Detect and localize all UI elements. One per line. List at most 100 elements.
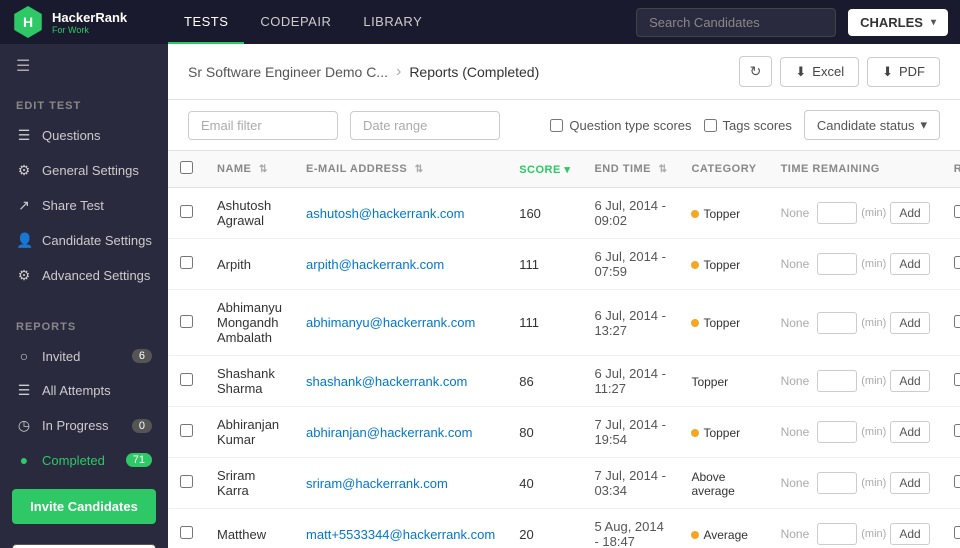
candidate-score: 86 bbox=[507, 356, 582, 407]
add-time-button[interactable]: Add bbox=[890, 421, 929, 443]
nav-link-codepair[interactable]: CODEPAIR bbox=[244, 0, 347, 44]
add-time-button[interactable]: Add bbox=[890, 370, 929, 392]
table-container: NAME ⇅ E-MAIL ADDRESS ⇅ SCORE ▾ END TIME… bbox=[168, 151, 960, 548]
sidebar-item-general-settings[interactable]: ⚙ General Settings bbox=[0, 153, 168, 188]
edit-section-label: EDIT TEST bbox=[0, 88, 168, 118]
tags-filter[interactable]: Tags scores bbox=[704, 118, 792, 133]
nav-link-library[interactable]: LIBRARY bbox=[347, 0, 438, 44]
add-time-button[interactable]: Add bbox=[890, 472, 929, 494]
add-time-button[interactable]: Add bbox=[890, 523, 929, 545]
question-type-checkbox[interactable] bbox=[550, 119, 563, 132]
candidate-email[interactable]: abhimanyu@hackerrank.com bbox=[306, 315, 475, 330]
repo-checkbox-1[interactable] bbox=[954, 256, 960, 269]
sidebar-item-completed[interactable]: ● Completed 71 bbox=[0, 443, 168, 477]
candidate-time-remaining: None (min) Add bbox=[769, 356, 942, 407]
download-pdf-icon: ⬇ bbox=[882, 64, 893, 80]
row-checkbox-2[interactable] bbox=[180, 315, 193, 328]
repo-checkbox-0[interactable] bbox=[954, 205, 960, 218]
row-checkbox-1[interactable] bbox=[180, 256, 193, 269]
time-none-label: None bbox=[781, 257, 810, 271]
add-time-button[interactable]: Add bbox=[890, 253, 929, 275]
time-remaining-column-header: TIME REMAINING bbox=[769, 151, 942, 188]
repo-checkbox-4[interactable] bbox=[954, 424, 960, 437]
sidebar-item-invited[interactable]: ○ Invited 6 bbox=[0, 339, 168, 373]
sidebar-item-share-test[interactable]: ↗ Share Test bbox=[0, 188, 168, 223]
sidebar-item-all-attempts[interactable]: ☰ All Attempts bbox=[0, 373, 168, 408]
candidate-end-time: 6 Jul, 2014 - 11:27 bbox=[582, 356, 679, 407]
select-all-header bbox=[168, 151, 205, 188]
name-sort-icon: ⇅ bbox=[259, 164, 268, 175]
candidate-category: Average bbox=[679, 509, 768, 548]
excel-button[interactable]: ⬇ Excel bbox=[780, 57, 859, 87]
repo-checkbox-5[interactable] bbox=[954, 475, 960, 488]
time-input-0[interactable] bbox=[817, 202, 857, 224]
invite-candidates-button[interactable]: Invite Candidates bbox=[12, 489, 156, 524]
candidate-email[interactable]: sriram@hackerrank.com bbox=[306, 476, 448, 491]
time-input-4[interactable] bbox=[817, 421, 857, 443]
sidebar-item-questions[interactable]: ☰ Questions bbox=[0, 118, 168, 153]
sidebar-item-in-progress[interactable]: ◷ In Progress 0 bbox=[0, 408, 168, 443]
search-input[interactable] bbox=[636, 8, 836, 37]
sidebar-item-candidate-settings[interactable]: 👤 Candidate Settings bbox=[0, 223, 168, 258]
pdf-button[interactable]: ⬇ PDF bbox=[867, 57, 940, 87]
sidebar-item-advanced-settings[interactable]: ⚙ Advanced Settings bbox=[0, 258, 168, 293]
top-navigation: H HackerRank For Work TESTSCODEPAIRLIBRA… bbox=[0, 0, 960, 44]
category-warning-icon bbox=[691, 319, 699, 327]
time-input-3[interactable] bbox=[817, 370, 857, 392]
row-checkbox-5[interactable] bbox=[180, 475, 193, 488]
breadcrumb-separator: › bbox=[396, 63, 401, 81]
user-menu[interactable]: CHARLES ▾ bbox=[848, 9, 948, 36]
filter-bar: Question type scores Tags scores Candida… bbox=[168, 100, 960, 151]
add-time-button[interactable]: Add bbox=[890, 312, 929, 334]
repo-checkbox-3[interactable] bbox=[954, 373, 960, 386]
sidebar: ☰ EDIT TEST ☰ Questions ⚙ General Settin… bbox=[0, 44, 168, 548]
user-name: CHARLES bbox=[860, 15, 923, 30]
candidate-email[interactable]: matt+5533344@hackerrank.com bbox=[306, 527, 495, 542]
add-time-button[interactable]: Add bbox=[890, 202, 929, 224]
candidate-email[interactable]: shashank@hackerrank.com bbox=[306, 374, 467, 389]
email-filter-input[interactable] bbox=[188, 111, 338, 140]
candidate-email[interactable]: ashutosh@hackerrank.com bbox=[306, 206, 464, 221]
sidebar-item-label: Candidate Settings bbox=[42, 233, 152, 248]
repo-checkbox-6[interactable] bbox=[954, 526, 960, 539]
candidate-status-dropdown[interactable]: Candidate status ▾ bbox=[804, 110, 940, 140]
sidebar-item-label: Questions bbox=[42, 128, 101, 143]
min-label: (min) bbox=[861, 258, 886, 270]
download-excel-icon: ⬇ bbox=[795, 64, 806, 80]
date-range-input[interactable] bbox=[350, 111, 500, 140]
time-input-1[interactable] bbox=[817, 253, 857, 275]
hamburger-icon[interactable]: ☰ bbox=[0, 44, 168, 88]
row-checkbox-4[interactable] bbox=[180, 424, 193, 437]
end-time-column-header[interactable]: END TIME ⇅ bbox=[582, 151, 679, 188]
refresh-button[interactable]: ↻ bbox=[739, 56, 773, 87]
time-input-5[interactable] bbox=[817, 472, 857, 494]
candidate-email[interactable]: arpith@hackerrank.com bbox=[306, 257, 444, 272]
try-test-button[interactable]: Try Test bbox=[12, 544, 156, 548]
in-progress-badge: 0 bbox=[132, 419, 152, 433]
breadcrumb-bar: Sr Software Engineer Demo C... › Reports… bbox=[168, 44, 960, 100]
tags-checkbox[interactable] bbox=[704, 119, 717, 132]
candidate-repo bbox=[942, 356, 960, 407]
time-input-2[interactable] bbox=[817, 312, 857, 334]
candidate-end-time: 7 Jul, 2014 - 19:54 bbox=[582, 407, 679, 458]
reports-section-label: REPORTS bbox=[0, 309, 168, 339]
select-all-checkbox[interactable] bbox=[180, 161, 193, 174]
min-label: (min) bbox=[861, 426, 886, 438]
email-sort-icon: ⇅ bbox=[415, 164, 424, 175]
breadcrumb-parent[interactable]: Sr Software Engineer Demo C... bbox=[188, 64, 388, 80]
candidate-category: Topper bbox=[679, 188, 768, 239]
in-progress-icon: ◷ bbox=[16, 417, 32, 434]
row-checkbox-3[interactable] bbox=[180, 373, 193, 386]
row-checkbox-0[interactable] bbox=[180, 205, 193, 218]
candidate-email[interactable]: abhiranjan@hackerrank.com bbox=[306, 425, 472, 440]
score-column-header[interactable]: SCORE ▾ bbox=[507, 151, 582, 188]
row-checkbox-6[interactable] bbox=[180, 526, 193, 539]
nav-link-tests[interactable]: TESTS bbox=[168, 0, 244, 44]
name-column-header[interactable]: NAME ⇅ bbox=[205, 151, 294, 188]
time-input-6[interactable] bbox=[817, 523, 857, 545]
candidate-name: Ashutosh Agrawal bbox=[205, 188, 294, 239]
nav-search: CHARLES ▾ bbox=[636, 8, 960, 37]
repo-checkbox-2[interactable] bbox=[954, 315, 960, 328]
question-type-filter[interactable]: Question type scores bbox=[550, 118, 691, 133]
email-column-header[interactable]: E-MAIL ADDRESS ⇅ bbox=[294, 151, 507, 188]
